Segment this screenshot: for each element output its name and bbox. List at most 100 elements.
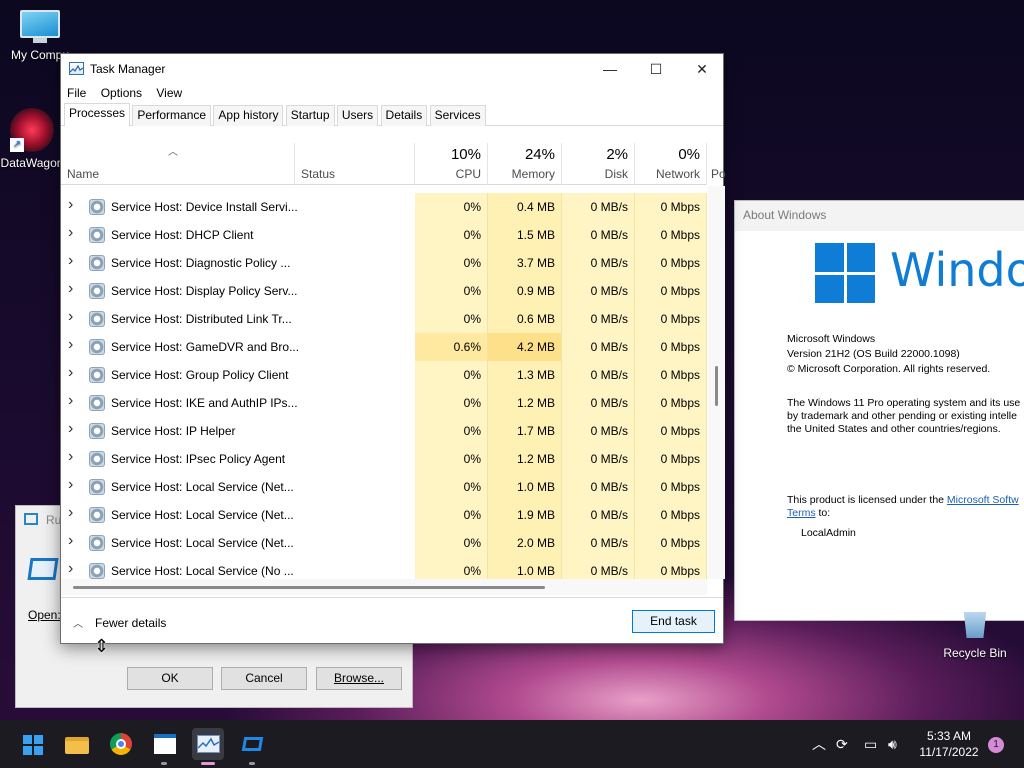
expand-chevron-icon[interactable]: › bbox=[68, 420, 73, 438]
network-value: 0 Mbps bbox=[635, 473, 707, 501]
chevron-up-icon: ︿ bbox=[73, 619, 83, 630]
about-legal-line: The Windows 11 Pro operating system and … bbox=[787, 397, 1021, 409]
notification-badge[interactable]: 1 bbox=[988, 737, 1004, 753]
about-legal-line: by trademark and other pending or existi… bbox=[787, 410, 1017, 422]
expand-chevron-icon[interactable]: › bbox=[68, 476, 73, 494]
about-terms-line: Terms to: bbox=[787, 506, 830, 520]
column-header-disk[interactable]: 2% Disk bbox=[562, 143, 635, 185]
disk-value: 0 MB/s bbox=[562, 361, 635, 389]
column-header-cpu[interactable]: 10% CPU bbox=[415, 143, 488, 185]
volume-icon[interactable]: 🔊︎ bbox=[888, 720, 897, 768]
table-row[interactable]: › Service Host: Distributed Link Tr... 0% 0… bbox=[61, 305, 707, 333]
table-row[interactable]: › Service Host: Local Service (Net... 0% 1.… bbox=[61, 501, 707, 529]
network-icon[interactable]: ▭ bbox=[864, 720, 877, 768]
table-row[interactable]: › Service Host: IP Helper 0% 1.7 MB 0 MB/s 0 … bbox=[61, 417, 707, 445]
disk-value: 0 MB/s bbox=[562, 333, 635, 361]
memory-value: 0.4 MB bbox=[488, 193, 562, 221]
vertical-scrollbar[interactable] bbox=[708, 186, 725, 579]
network-value: 0 Mbps bbox=[635, 417, 707, 445]
table-row[interactable]: › Service Host: IPsec Policy Agent 0% 1.2 M… bbox=[61, 445, 707, 473]
menu-file[interactable]: File bbox=[67, 84, 86, 102]
shortcut-arrow-icon: ↗ bbox=[10, 138, 24, 152]
recycle-bin-icon bbox=[963, 612, 987, 638]
network-value: 0 Mbps bbox=[635, 445, 707, 473]
table-row[interactable]: › Service Host: Local Service (Net... 0% 1.… bbox=[61, 473, 707, 501]
browse-button[interactable]: Browse... bbox=[316, 667, 402, 690]
maximize-button[interactable]: ☐ bbox=[633, 54, 679, 84]
about-windows-title[interactable]: About Windows bbox=[735, 201, 1024, 231]
about-product-name: Microsoft Windows bbox=[787, 333, 876, 345]
terms-suffix: to: bbox=[815, 507, 831, 519]
tab-services[interactable]: Services bbox=[429, 105, 486, 126]
tab-details[interactable]: Details bbox=[380, 105, 428, 126]
table-row[interactable]: › Service Host: IKE and AuthIP IPs... 0% 1.… bbox=[61, 389, 707, 417]
clock[interactable]: 5:33 AM 11/17/2022 bbox=[914, 728, 984, 760]
expand-chevron-icon[interactable]: › bbox=[68, 280, 73, 298]
column-header-status[interactable]: Status bbox=[295, 143, 415, 185]
horizontal-scrollbar-thumb[interactable] bbox=[73, 586, 545, 589]
table-row[interactable]: › Service Host: Display Policy Serv... 0% 0… bbox=[61, 277, 707, 305]
taskbar-notepad[interactable] bbox=[148, 728, 180, 765]
process-name: Service Host: GameDVR and Bro... bbox=[111, 340, 300, 354]
chevron-up-icon[interactable]: ︿ bbox=[812, 720, 826, 768]
expand-chevron-icon[interactable]: › bbox=[68, 504, 73, 522]
process-name: Service Host: Display Policy Serv... bbox=[111, 284, 298, 298]
cancel-button[interactable]: Cancel bbox=[221, 667, 307, 690]
tab-processes[interactable]: Processes bbox=[64, 103, 131, 126]
expand-chevron-icon[interactable]: › bbox=[68, 308, 73, 326]
terms-link[interactable]: Terms bbox=[787, 507, 816, 519]
end-task-button[interactable]: End task bbox=[632, 610, 715, 633]
expand-chevron-icon[interactable]: › bbox=[68, 392, 73, 410]
expand-chevron-icon[interactable]: › bbox=[68, 224, 73, 242]
taskbar-chrome[interactable] bbox=[105, 728, 137, 760]
expand-chevron-icon[interactable]: › bbox=[68, 364, 73, 382]
desktop-icon-recycle-bin[interactable]: Recycle Bin bbox=[940, 612, 1010, 660]
table-row[interactable]: › Service Host: GameDVR and Bro... 0.6% 4.2… bbox=[61, 333, 707, 361]
taskbar-task-manager[interactable] bbox=[192, 728, 224, 765]
close-button[interactable]: ✕ bbox=[679, 54, 725, 84]
table-row[interactable]: › Service Host: Group Policy Client 0% 1.3 … bbox=[61, 361, 707, 389]
task-manager-titlebar[interactable]: Task Manager — ☐ ✕ bbox=[61, 54, 723, 84]
start-button[interactable] bbox=[16, 728, 48, 760]
expand-chevron-icon[interactable]: › bbox=[68, 560, 73, 578]
disk-value: 0 MB/s bbox=[562, 445, 635, 473]
taskbar-run[interactable] bbox=[236, 728, 268, 765]
tab-startup[interactable]: Startup bbox=[285, 105, 335, 126]
column-header-memory[interactable]: 24% Memory bbox=[488, 143, 562, 185]
menu-options[interactable]: Options bbox=[101, 84, 142, 102]
tab-users[interactable]: Users bbox=[336, 105, 379, 126]
disk-value: 0 MB/s bbox=[562, 221, 635, 249]
ok-button[interactable]: OK bbox=[127, 667, 213, 690]
tab-app-history[interactable]: App history bbox=[213, 105, 284, 126]
column-header-name[interactable]: ︿ Name bbox=[61, 143, 295, 185]
table-row[interactable]: › Service Host: Local Service (Net... 0% 2.… bbox=[61, 529, 707, 557]
table-row[interactable]: › Service Host: Device Install Servi... 0%… bbox=[61, 193, 707, 221]
table-row[interactable]: › Service Host: Local Service (No ... 0% 1.… bbox=[61, 557, 707, 579]
table-row[interactable]: › Service Host: DHCP Client 0% 1.5 MB 0 MB/s… bbox=[61, 221, 707, 249]
taskbar-file-explorer[interactable] bbox=[61, 728, 93, 760]
table-row[interactable]: › Service Host: Diagnostic Policy ... 0% 3.… bbox=[61, 249, 707, 277]
expand-chevron-icon[interactable]: › bbox=[68, 336, 73, 354]
update-icon[interactable]: ⟳ bbox=[836, 720, 848, 768]
tab-performance[interactable]: Performance bbox=[132, 105, 212, 126]
column-header-network[interactable]: 0% Network bbox=[635, 143, 707, 185]
menu-view[interactable]: View bbox=[156, 84, 182, 102]
disk-value: 0 MB/s bbox=[562, 389, 635, 417]
running-indicator bbox=[249, 762, 255, 765]
expand-chevron-icon[interactable]: › bbox=[68, 252, 73, 270]
network-value: 0 Mbps bbox=[635, 221, 707, 249]
file-explorer-icon bbox=[65, 737, 89, 754]
minimize-button[interactable]: — bbox=[587, 54, 633, 84]
column-header-power[interactable]: Po bbox=[707, 143, 726, 185]
horizontal-scrollbar[interactable] bbox=[61, 579, 707, 595]
fewer-details-button[interactable]: ︿ Fewer details bbox=[73, 615, 166, 630]
expand-chevron-icon[interactable]: › bbox=[68, 532, 73, 550]
vertical-scrollbar-thumb[interactable] bbox=[715, 366, 718, 406]
license-terms-link[interactable]: Microsoft Softw bbox=[947, 494, 1019, 506]
expand-chevron-icon[interactable]: › bbox=[68, 196, 73, 214]
disk-value: 0 MB/s bbox=[562, 501, 635, 529]
desktop-icon-label: DataWagon bbox=[0, 156, 64, 170]
expand-chevron-icon[interactable]: › bbox=[68, 448, 73, 466]
cpu-value: 0% bbox=[415, 277, 488, 305]
memory-value: 1.0 MB bbox=[488, 473, 562, 501]
